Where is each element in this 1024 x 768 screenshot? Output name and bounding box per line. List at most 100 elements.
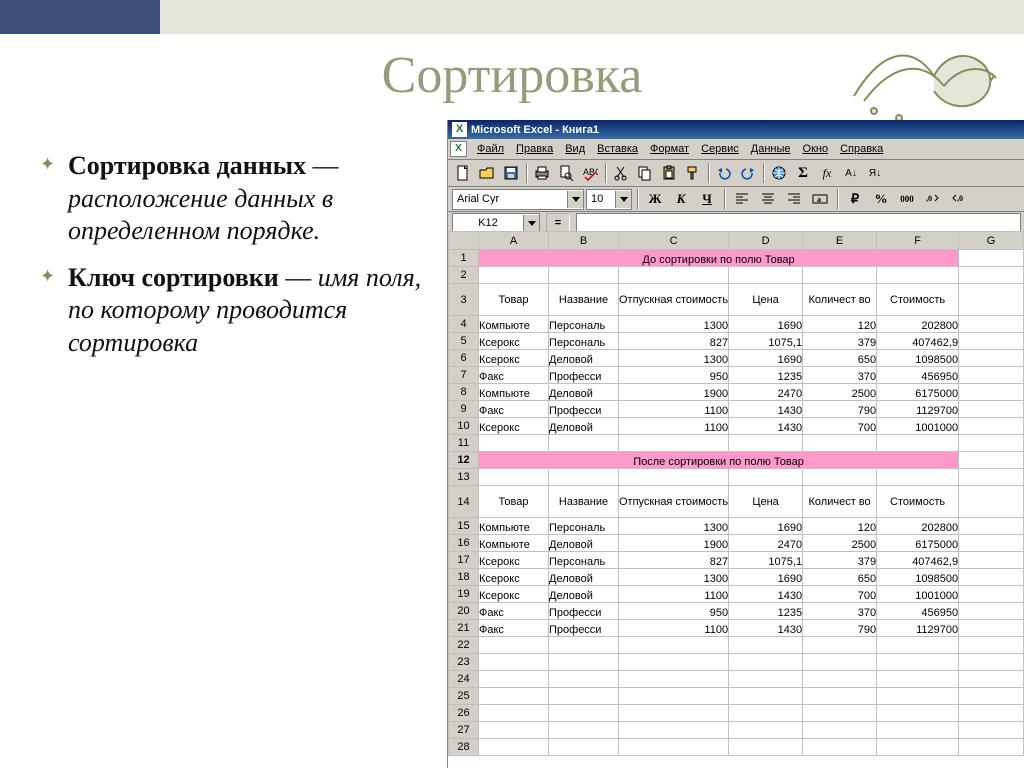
col-header[interactable]: G <box>959 232 1024 250</box>
cell[interactable]: 950 <box>619 603 729 620</box>
percent-button[interactable]: % <box>869 188 893 210</box>
table-header-cell[interactable]: Отпускная стоимость <box>619 486 729 518</box>
cell[interactable]: 370 <box>803 367 877 384</box>
cell[interactable] <box>877 688 959 705</box>
table-header-cell[interactable]: Цена <box>729 486 803 518</box>
undo-icon[interactable] <box>712 161 736 185</box>
cell[interactable] <box>619 671 729 688</box>
row-header[interactable]: 3 <box>449 284 479 316</box>
row-header[interactable]: 7 <box>449 367 479 384</box>
cell[interactable] <box>729 671 803 688</box>
cell[interactable] <box>877 671 959 688</box>
cell[interactable]: Ксерокс <box>479 552 549 569</box>
cell[interactable]: 1075,1 <box>729 552 803 569</box>
row-header[interactable]: 8 <box>449 384 479 401</box>
format-painter-icon[interactable] <box>681 161 705 185</box>
underline-button[interactable]: Ч <box>695 188 719 210</box>
sort-desc-icon[interactable]: Я↓ <box>863 161 887 185</box>
cell[interactable] <box>877 739 959 756</box>
cell[interactable]: Персональ <box>549 552 619 569</box>
cell[interactable] <box>729 654 803 671</box>
cell[interactable] <box>619 469 729 486</box>
cell[interactable] <box>877 469 959 486</box>
cell[interactable]: 827 <box>619 552 729 569</box>
cell[interactable] <box>959 552 1024 569</box>
autosum-icon[interactable]: Σ <box>791 161 815 185</box>
cell[interactable]: 1300 <box>619 316 729 333</box>
cell[interactable]: 700 <box>803 418 877 435</box>
cell[interactable]: Факс <box>479 367 549 384</box>
cell[interactable]: Персональ <box>549 518 619 535</box>
cell[interactable]: 1900 <box>619 384 729 401</box>
cell[interactable] <box>549 654 619 671</box>
cell[interactable]: 1690 <box>729 350 803 367</box>
cell[interactable] <box>959 350 1024 367</box>
cell[interactable]: 1001000 <box>877 586 959 603</box>
row-header[interactable]: 24 <box>449 671 479 688</box>
cell[interactable]: Факс <box>479 620 549 637</box>
cell[interactable] <box>479 435 549 452</box>
cell[interactable]: 1235 <box>729 367 803 384</box>
cell[interactable]: 1098500 <box>877 350 959 367</box>
table-header-cell[interactable]: Товар <box>479 284 549 316</box>
row-header[interactable]: 14 <box>449 486 479 518</box>
row-header[interactable]: 23 <box>449 654 479 671</box>
cell[interactable] <box>479 671 549 688</box>
col-header[interactable]: F <box>877 232 959 250</box>
table-header-cell[interactable]: Стоимость <box>877 486 959 518</box>
cell[interactable] <box>877 637 959 654</box>
cell[interactable] <box>729 688 803 705</box>
bold-button[interactable]: Ж <box>643 188 667 210</box>
cell[interactable]: Факс <box>479 603 549 620</box>
cell[interactable]: Деловой <box>549 418 619 435</box>
cell[interactable]: 650 <box>803 569 877 586</box>
font-name-combo[interactable]: Arial Cyr <box>452 189 584 210</box>
menu-file[interactable]: Файл <box>471 141 510 157</box>
cell[interactable] <box>959 250 1024 267</box>
align-left-icon[interactable] <box>730 188 754 210</box>
cell[interactable]: Персональ <box>549 333 619 350</box>
row-header[interactable]: 5 <box>449 333 479 350</box>
cell[interactable]: 370 <box>803 603 877 620</box>
cell[interactable]: Персональ <box>549 316 619 333</box>
cell[interactable] <box>619 654 729 671</box>
select-all-corner[interactable] <box>449 232 479 250</box>
cell[interactable]: 700 <box>803 586 877 603</box>
cell[interactable]: Деловой <box>549 569 619 586</box>
cell[interactable] <box>549 722 619 739</box>
cell[interactable] <box>803 654 877 671</box>
row-header[interactable]: 28 <box>449 739 479 756</box>
new-icon[interactable] <box>451 161 475 185</box>
cell[interactable]: Компьюте <box>479 535 549 552</box>
cell[interactable] <box>959 452 1024 469</box>
cell[interactable]: Деловой <box>549 384 619 401</box>
cell[interactable] <box>803 705 877 722</box>
cell[interactable]: 650 <box>803 350 877 367</box>
cell[interactable] <box>959 671 1024 688</box>
cell[interactable]: Компьюте <box>479 384 549 401</box>
cell[interactable] <box>877 267 959 284</box>
cell[interactable]: 379 <box>803 333 877 350</box>
banner-cell[interactable]: После сортировки по полю Товар <box>479 452 959 469</box>
cell[interactable]: Ксерокс <box>479 350 549 367</box>
cell[interactable]: 6175000 <box>877 384 959 401</box>
menu-insert[interactable]: Вставка <box>591 141 644 157</box>
cell[interactable]: 1690 <box>729 316 803 333</box>
cell[interactable] <box>959 569 1024 586</box>
menu-format[interactable]: Формат <box>644 141 695 157</box>
row-header[interactable]: 19 <box>449 586 479 603</box>
cell[interactable] <box>549 705 619 722</box>
cell[interactable]: 456950 <box>877 367 959 384</box>
cell[interactable] <box>479 637 549 654</box>
cell[interactable] <box>729 705 803 722</box>
cell[interactable] <box>959 518 1024 535</box>
col-header[interactable]: C <box>619 232 729 250</box>
row-header[interactable]: 27 <box>449 722 479 739</box>
cell[interactable] <box>959 401 1024 418</box>
col-header[interactable]: D <box>729 232 803 250</box>
print-preview-icon[interactable] <box>554 161 578 185</box>
cell[interactable]: 1300 <box>619 350 729 367</box>
table-header-cell[interactable]: Количест во <box>803 284 877 316</box>
cut-icon[interactable] <box>609 161 633 185</box>
spreadsheet-grid[interactable]: A B C D E F G 1До сортировки по полю Тов… <box>448 231 1024 768</box>
